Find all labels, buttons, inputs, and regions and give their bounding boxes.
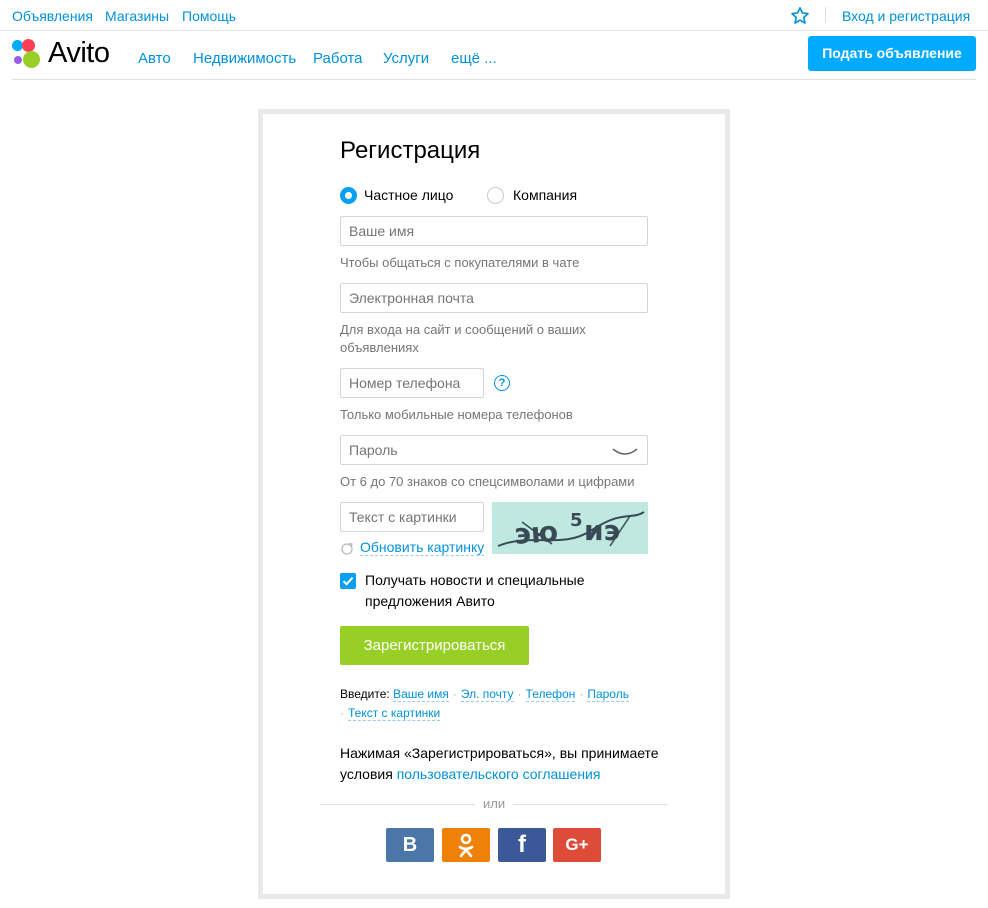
name-hint: Чтобы общаться с покупателями в чате [340,255,580,270]
agreement-line-1: Нажимая «Зарегистрироваться», вы принима… [340,745,659,761]
newsletter-label-line-2: предложения Авито [365,593,495,609]
missing-field-name[interactable]: Ваше имя [393,687,449,702]
post-ad-button[interactable]: Подать объявление [808,36,976,71]
email-input[interactable]: Электронная почта [340,283,648,313]
registration-card: Регистрация Частное лицо Компания Ваше и… [258,109,730,899]
refresh-captcha-text[interactable]: Обновить картинку [360,539,485,556]
phone-hint: Только мобильные номера телефонов [340,407,573,422]
missing-field-phone[interactable]: Телефон [525,687,576,702]
logo-dot-green [23,51,40,68]
refresh-icon [341,542,353,555]
logo-wordmark: Avito [48,37,110,69]
logo-dot-red [22,39,35,52]
missing-field-email[interactable]: Эл. почту [460,687,514,702]
google-plus-icon: G+ [565,835,589,854]
main-header: Avito Авто Недвижимость Работа Услуги ещ… [0,31,988,80]
captcha-image: эю 5 иэ [492,502,648,554]
agreement-line-2: условия пользовательского соглашения [340,764,600,785]
favorites-star-icon[interactable] [790,6,810,26]
facebook-icon: f [518,831,526,858]
newsletter-checkbox[interactable] [340,573,356,589]
captcha-input[interactable]: Текст с картинки [340,502,484,532]
or-divider-right [513,804,668,805]
topbar-link-listings[interactable]: Объявления [12,8,93,24]
radio-private-label: Частное лицо [364,187,454,203]
topbar-link-help[interactable]: Помощь [182,8,236,24]
logo-dot-purple [14,56,22,64]
phone-help-icon[interactable]: ? [494,375,510,391]
captcha-graphic: эю 5 иэ [492,502,648,554]
email-hint-line-2: объявлениях [340,340,419,355]
nav-realty[interactable]: Недвижимость [193,50,296,67]
password-hint: От 6 до 70 знаков со спецсимволами и циф… [340,474,635,489]
page-title: Регистрация [340,137,481,164]
nav-more[interactable]: ещё ... [451,50,497,67]
refresh-captcha-link[interactable]: Обновить картинку [340,539,490,557]
agreement-prefix: условия [340,766,397,782]
topbar-link-shops[interactable]: Магазины [105,8,169,24]
odnoklassniki-icon [458,833,474,858]
checkmark-icon [342,576,354,586]
ok-login-button[interactable] [442,828,490,862]
show-password-eye-icon[interactable] [612,447,638,457]
google-plus-login-button[interactable]: G+ [553,828,601,862]
missing-fields-prefix: Введите: [340,687,390,701]
vk-icon: В [402,834,418,856]
radio-private-button[interactable] [340,187,357,204]
radio-company-label: Компания [513,187,578,203]
register-button[interactable]: Зарегистрироваться [340,626,529,665]
radio-private[interactable]: Частное лицо [340,187,470,207]
topbar-divider [825,7,826,23]
radio-company[interactable]: Компания [487,187,587,207]
avito-logo[interactable]: Avito [12,37,122,71]
facebook-login-button[interactable]: f [498,828,546,862]
or-divider-left [320,804,475,805]
nav-auto[interactable]: Авто [138,50,171,67]
vk-login-button[interactable]: В [386,828,434,862]
header-divider [12,79,976,80]
nav-jobs[interactable]: Работа [313,50,363,67]
missing-field-captcha[interactable]: Текст с картинки [348,706,441,721]
missing-fields-list: Введите: Ваше имя · Эл. почту · Телефон · Паро… [340,687,629,721]
user-agreement-link[interactable]: пользовательского соглашения [397,766,601,782]
password-input[interactable]: Пароль [340,435,648,465]
phone-input[interactable]: Номер телефона [340,368,484,398]
missing-field-password[interactable]: Пароль [587,687,629,702]
nav-services[interactable]: Услуги [383,50,429,67]
svg-text:5: 5 [570,510,583,531]
top-bar: Объявления Магазины Помощь Вход и регист… [0,0,988,31]
radio-company-button[interactable] [487,187,504,204]
or-label: или [483,796,506,811]
name-input[interactable]: Ваше имя [340,216,648,246]
email-hint-line-1: Для входа на сайт и сообщений о ваших [340,322,586,337]
login-register-link[interactable]: Вход и регистрация [842,8,970,24]
newsletter-label-line-1: Получать новости и специальные [365,572,585,588]
